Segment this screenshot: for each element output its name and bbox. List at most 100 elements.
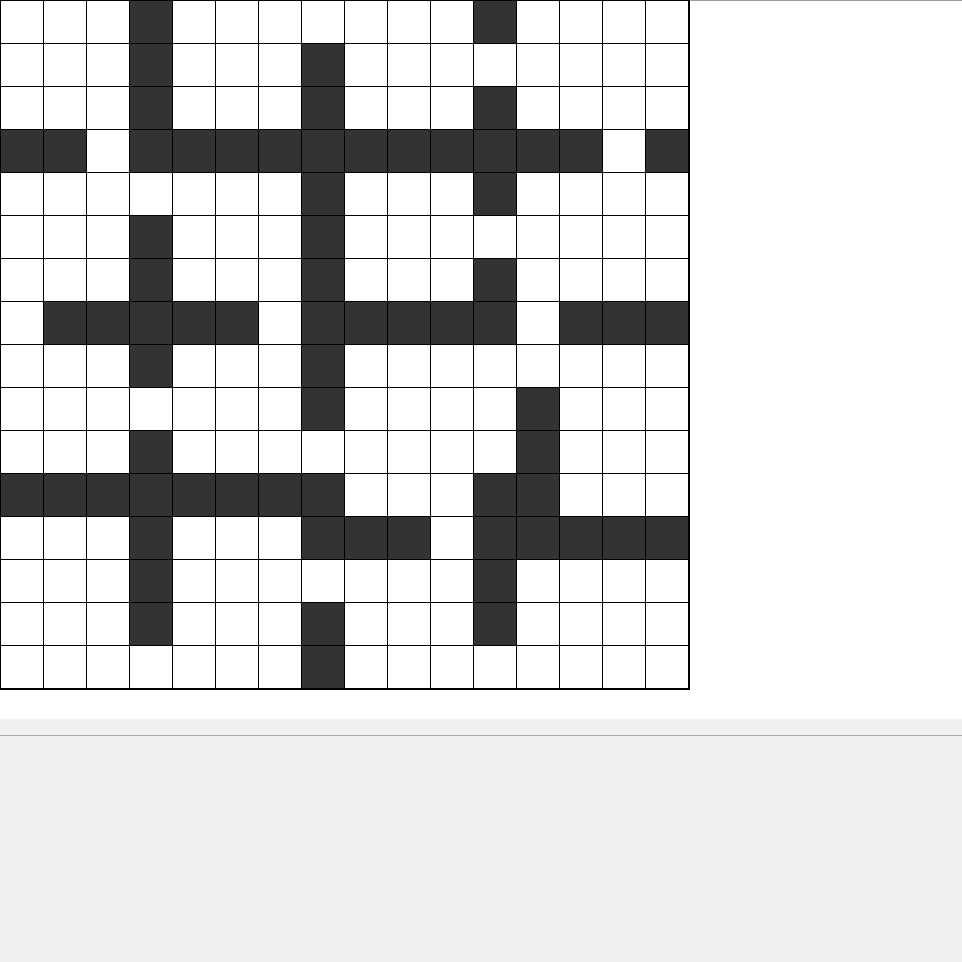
grid-cell[interactable] <box>43 0 86 43</box>
grid-cell[interactable] <box>559 602 602 645</box>
grid-cell[interactable] <box>172 43 215 86</box>
grid-cell[interactable] <box>344 602 387 645</box>
grid-cell[interactable] <box>172 645 215 688</box>
grid-cell[interactable] <box>0 0 43 43</box>
grid-cell[interactable] <box>344 473 387 516</box>
grid-cell[interactable] <box>602 559 645 602</box>
grid-cell[interactable] <box>387 645 430 688</box>
grid-cell[interactable] <box>86 559 129 602</box>
grid-cell[interactable] <box>430 0 473 43</box>
grid-cell[interactable] <box>258 258 301 301</box>
grid-cell[interactable] <box>387 258 430 301</box>
grid-cell[interactable] <box>645 258 688 301</box>
grid-cell[interactable] <box>258 602 301 645</box>
grid-cell[interactable] <box>430 473 473 516</box>
grid-cell[interactable] <box>258 645 301 688</box>
grid-cell[interactable] <box>559 473 602 516</box>
grid-cell[interactable] <box>258 172 301 215</box>
grid-cell[interactable] <box>215 645 258 688</box>
grid-cell[interactable] <box>344 430 387 473</box>
grid-cell[interactable] <box>172 258 215 301</box>
grid-cell[interactable] <box>387 215 430 258</box>
grid-cell[interactable] <box>215 215 258 258</box>
grid-cell[interactable] <box>344 215 387 258</box>
grid-cell[interactable] <box>43 172 86 215</box>
grid-cell[interactable] <box>645 387 688 430</box>
grid-cell[interactable] <box>215 516 258 559</box>
grid-cell[interactable] <box>559 258 602 301</box>
grid-cell[interactable] <box>301 559 344 602</box>
grid-cell[interactable] <box>430 430 473 473</box>
grid-cell[interactable] <box>602 0 645 43</box>
grid-cell[interactable] <box>645 344 688 387</box>
grid-cell[interactable] <box>172 430 215 473</box>
grid-cell[interactable] <box>602 387 645 430</box>
grid-cell[interactable] <box>344 344 387 387</box>
grid-cell[interactable] <box>430 387 473 430</box>
grid-cell[interactable] <box>344 559 387 602</box>
grid-cell[interactable] <box>387 0 430 43</box>
grid-cell[interactable] <box>602 473 645 516</box>
grid-cell[interactable] <box>43 43 86 86</box>
grid-cell[interactable] <box>86 0 129 43</box>
grid-cell[interactable] <box>172 602 215 645</box>
grid-cell[interactable] <box>559 172 602 215</box>
grid-cell[interactable] <box>645 0 688 43</box>
grid-cell[interactable] <box>86 387 129 430</box>
grid-cell[interactable] <box>430 43 473 86</box>
grid-cell[interactable] <box>387 344 430 387</box>
grid-cell[interactable] <box>86 430 129 473</box>
grid-cell[interactable] <box>430 602 473 645</box>
grid-cell[interactable] <box>344 0 387 43</box>
grid-cell[interactable] <box>0 258 43 301</box>
grid-cell[interactable] <box>0 516 43 559</box>
grid-cell[interactable] <box>645 430 688 473</box>
grid-cell[interactable] <box>559 645 602 688</box>
grid-cell[interactable] <box>430 559 473 602</box>
grid-cell[interactable] <box>258 215 301 258</box>
grid-cell[interactable] <box>387 86 430 129</box>
grid-cell[interactable] <box>516 0 559 43</box>
grid-cell[interactable] <box>215 387 258 430</box>
grid-cell[interactable] <box>86 344 129 387</box>
grid-cell[interactable] <box>516 258 559 301</box>
grid-cell[interactable] <box>602 172 645 215</box>
grid-cell[interactable] <box>0 301 43 344</box>
grid-cell[interactable] <box>516 645 559 688</box>
grid-cell[interactable] <box>0 559 43 602</box>
grid-cell[interactable] <box>86 516 129 559</box>
grid-cell[interactable] <box>387 602 430 645</box>
grid-cell[interactable] <box>430 172 473 215</box>
grid-cell[interactable] <box>43 86 86 129</box>
grid-cell[interactable] <box>602 645 645 688</box>
grid-cell[interactable] <box>258 559 301 602</box>
grid-cell[interactable] <box>86 215 129 258</box>
grid-cell[interactable] <box>430 258 473 301</box>
grid-cell[interactable] <box>387 43 430 86</box>
grid-cell[interactable] <box>344 387 387 430</box>
grid-cell[interactable] <box>172 516 215 559</box>
grid-cell[interactable] <box>86 43 129 86</box>
grid-cell[interactable] <box>645 215 688 258</box>
grid-cell[interactable] <box>602 215 645 258</box>
grid-cell[interactable] <box>344 258 387 301</box>
grid-cell[interactable] <box>215 602 258 645</box>
grid-cell[interactable] <box>86 645 129 688</box>
grid-cell[interactable] <box>430 645 473 688</box>
grid-cell[interactable] <box>172 387 215 430</box>
grid-cell[interactable] <box>516 559 559 602</box>
grid-cell[interactable] <box>0 43 43 86</box>
grid-cell[interactable] <box>172 0 215 43</box>
grid-cell[interactable] <box>43 645 86 688</box>
grid-cell[interactable] <box>344 43 387 86</box>
grid-cell[interactable] <box>645 559 688 602</box>
grid-cell[interactable] <box>559 559 602 602</box>
grid-cell[interactable] <box>516 86 559 129</box>
grid-cell[interactable] <box>516 602 559 645</box>
grid-cell[interactable] <box>43 559 86 602</box>
grid-cell[interactable] <box>43 516 86 559</box>
grid-cell[interactable] <box>86 86 129 129</box>
grid-cell[interactable] <box>516 43 559 86</box>
grid-cell[interactable] <box>473 344 516 387</box>
grid-cell[interactable] <box>215 559 258 602</box>
